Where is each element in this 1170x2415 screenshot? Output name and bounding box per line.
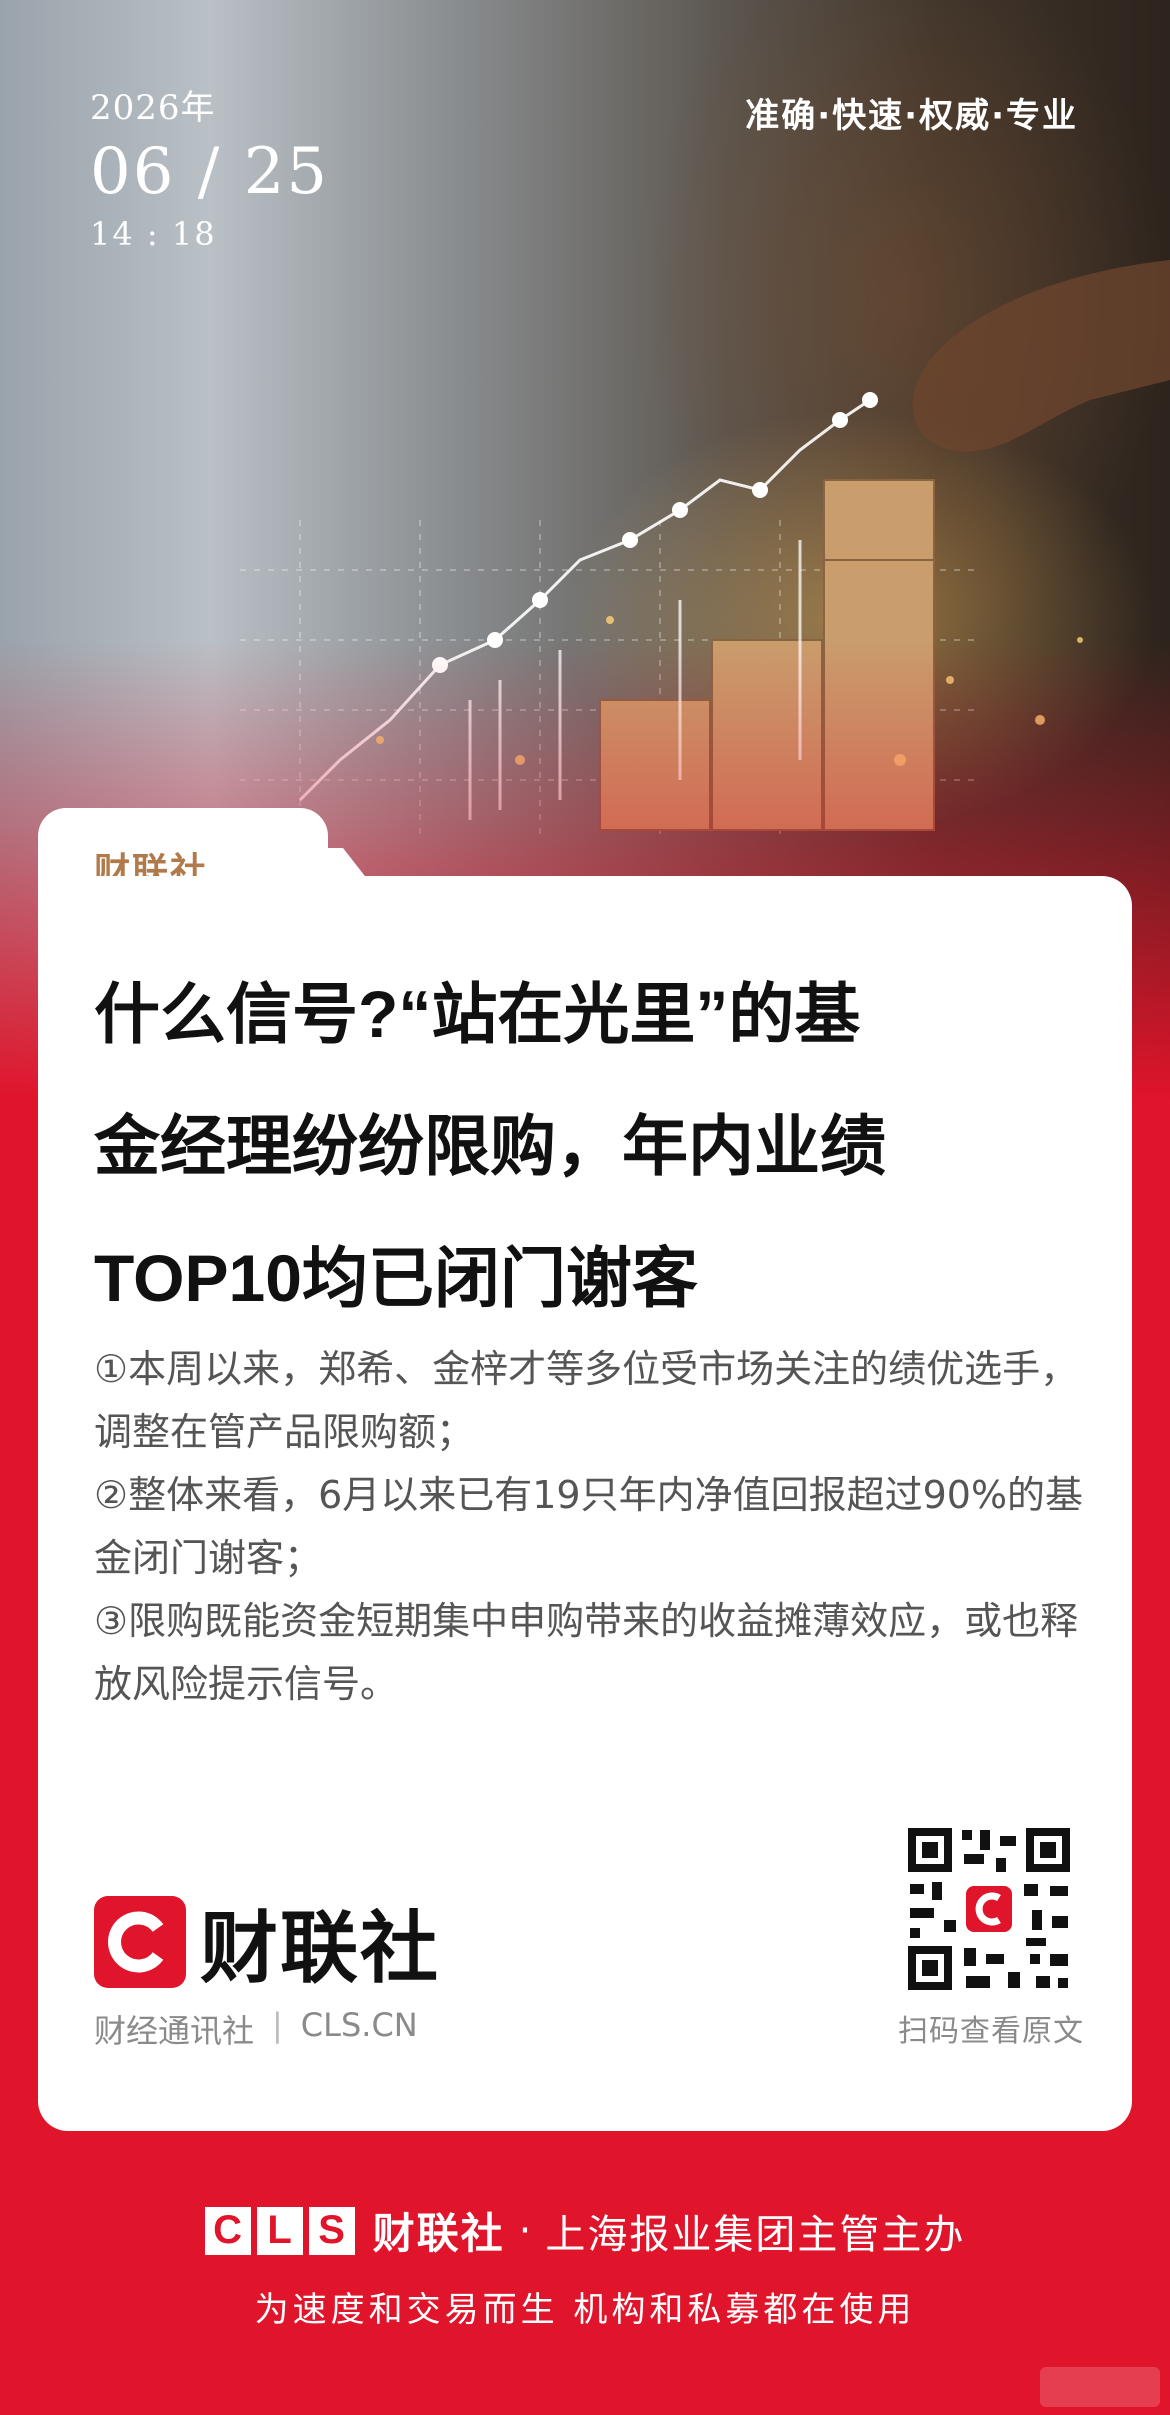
headline-line: TOP10均已闭门谢客: [94, 1241, 698, 1315]
summary-item: ②整体来看，6月以来已有19只年内净值回报超过90%的基金闭门谢客；: [94, 1473, 1084, 1580]
headline-line: 什么信号?“站在光里”的基: [94, 977, 861, 1051]
date-month-day: 06 / 25: [90, 135, 330, 209]
publish-date: 2026年 06 / 25 14 : 18: [90, 80, 329, 253]
cls-logo: C L S: [204, 2206, 355, 2255]
date-time: 14 : 18: [90, 215, 217, 253]
summary-item: ①本周以来，郑希、金梓才等多位受市场关注的绩优选手，调整在管产品限购额；: [94, 1347, 1079, 1454]
cls-letter: C: [204, 2206, 251, 2255]
brand-sub-right: CLS.CN: [300, 2006, 418, 2044]
news-card: 什么信号?“站在光里”的基 金经理纷纷限购，年内业绩 TOP10均已闭门谢客 ①…: [38, 876, 1132, 2131]
brand-logo: 财联社: [94, 1886, 440, 1998]
footer-tagline: 为速度和交易而生 机构和私募都在使用: [254, 2290, 916, 2330]
summary: ①本周以来，郑希、金梓才等多位受市场关注的绩优选手，调整在管产品限购额； ②整体…: [94, 1338, 1094, 1716]
brand-subtitle: 财经通讯社 | CLS.CN: [94, 2006, 418, 2052]
headline-line: 金经理纷纷限购，年内业绩: [94, 1109, 886, 1183]
brand-sub-left: 财经通讯社: [94, 2012, 255, 2050]
footer-org: 上海报业集团主管主办: [545, 2211, 966, 2258]
slogan: 准确·快速·权威·专业: [745, 96, 1078, 136]
cls-letter: S: [308, 2206, 355, 2255]
cls-letter: L: [256, 2206, 303, 2255]
cls-c-icon: [94, 1896, 186, 1988]
summary-item: ③限购既能资金短期集中申购带来的收益摊薄效应，或也释放风险提示信号。: [94, 1599, 1079, 1706]
headline: 什么信号?“站在光里”的基 金经理纷纷限购，年内业绩 TOP10均已闭门谢客: [94, 948, 1094, 1344]
date-year: 2026年: [90, 88, 216, 128]
footer-brand-line: C L S 财联社 · 上海报业集团主管主办: [0, 2200, 1170, 2261]
watermark: [1040, 2367, 1160, 2407]
brand-name: 财联社: [200, 1904, 441, 1994]
footer-brand: 财联社: [372, 2209, 505, 2258]
brand-sub-separator: |: [272, 2006, 283, 2044]
footer-dot: ·: [518, 2207, 532, 2254]
qr-caption: 扫码查看原文: [898, 2014, 1084, 2049]
qr-code-icon[interactable]: [904, 1824, 1074, 1994]
